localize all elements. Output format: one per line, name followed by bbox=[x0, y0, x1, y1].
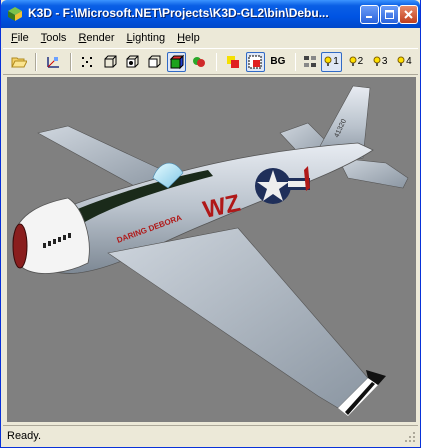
menu-lighting-label: ighting bbox=[132, 31, 166, 44]
light-2-button[interactable]: 2 bbox=[345, 52, 366, 72]
main-window: K3D - F:\Microsoft.NET\Projects\K3D-GL2\… bbox=[0, 0, 421, 448]
menu-lighting[interactable]: Lighting bbox=[121, 32, 172, 44]
title-bar[interactable]: K3D - F:\Microsoft.NET\Projects\K3D-GL2\… bbox=[1, 0, 420, 28]
minimize-icon bbox=[366, 16, 372, 18]
color-cube-icon bbox=[169, 54, 184, 69]
propeller-spinner bbox=[12, 223, 28, 269]
points-icon bbox=[82, 56, 93, 67]
lighting-settings-button[interactable] bbox=[302, 52, 317, 72]
menu-file[interactable]: File bbox=[5, 32, 35, 44]
smooth-shade-button[interactable] bbox=[166, 51, 187, 72]
hidden-line-button[interactable] bbox=[122, 52, 141, 72]
bulb-icon bbox=[397, 56, 405, 66]
toolbar-separator bbox=[294, 52, 297, 71]
light-2-label: 2 bbox=[357, 56, 364, 67]
toolbar: BG 1 2 3 4 bbox=[3, 48, 418, 75]
maximize-icon bbox=[385, 10, 394, 19]
toolbar-separator bbox=[69, 52, 72, 71]
status-bar: Ready. bbox=[3, 425, 418, 445]
menu-file-label: ile bbox=[17, 31, 29, 44]
right-wing bbox=[107, 227, 369, 409]
bulb-icon bbox=[373, 56, 381, 66]
flat-shade-button[interactable] bbox=[145, 52, 164, 72]
render-viewport[interactable]: WZ DARING DEBORA 41320 bbox=[7, 77, 416, 422]
wireframe-icon bbox=[104, 55, 117, 67]
menu-file-mnemonic: F bbox=[11, 31, 18, 44]
textured-sphere-icon bbox=[192, 56, 205, 67]
flat-shade-icon bbox=[148, 55, 161, 67]
hidden-line-icon bbox=[126, 55, 139, 67]
open-button[interactable] bbox=[9, 52, 28, 72]
bulb-icon bbox=[324, 56, 332, 66]
close-icon bbox=[404, 10, 413, 19]
light-color-icon bbox=[227, 55, 240, 68]
light-color-button[interactable] bbox=[223, 52, 242, 72]
menu-render[interactable]: Render bbox=[72, 32, 120, 44]
resize-grip-icon[interactable] bbox=[404, 431, 416, 443]
light-3-label: 3 bbox=[381, 56, 388, 67]
light-4-button[interactable]: 4 bbox=[394, 52, 415, 72]
maximize-button[interactable] bbox=[380, 5, 399, 24]
background-button[interactable]: BG bbox=[268, 52, 287, 72]
menu-bar: File Tools Render Lighting Help bbox=[1, 28, 420, 47]
light-4-label: 4 bbox=[406, 56, 412, 67]
toolbar-separator bbox=[215, 52, 218, 71]
menu-tools-label: ools bbox=[46, 31, 67, 44]
axes-icon bbox=[47, 56, 59, 68]
light-1-label: 1 bbox=[333, 56, 339, 67]
textured-button[interactable] bbox=[189, 52, 208, 72]
menu-help-mnemonic: H bbox=[177, 31, 186, 44]
window-title: K3D - F:\Microsoft.NET\Projects\K3D-GL2\… bbox=[28, 6, 329, 20]
wireframe-mode-button[interactable] bbox=[100, 52, 119, 72]
toolbar-separator bbox=[35, 52, 38, 71]
bulb-icon bbox=[349, 56, 357, 66]
light-3-button[interactable]: 3 bbox=[369, 52, 390, 72]
points-mode-button[interactable] bbox=[78, 52, 97, 72]
airplane-model: WZ DARING DEBORA 41320 bbox=[12, 85, 409, 416]
light-1-button[interactable]: 1 bbox=[320, 51, 343, 72]
lighting-settings-icon bbox=[304, 55, 317, 67]
app-icon[interactable] bbox=[7, 6, 23, 22]
bg-label: BG bbox=[270, 56, 286, 67]
menu-help-label: elp bbox=[185, 31, 200, 44]
close-button[interactable] bbox=[399, 5, 418, 24]
menu-help[interactable]: Help bbox=[171, 32, 206, 44]
menu-render-label: ender bbox=[86, 31, 115, 44]
axes-button[interactable] bbox=[43, 52, 62, 72]
selection-color-icon bbox=[248, 55, 262, 68]
minimize-button[interactable] bbox=[360, 5, 379, 24]
menu-tools[interactable]: Tools bbox=[35, 32, 73, 44]
status-text: Ready. bbox=[7, 429, 42, 442]
folder-open-icon bbox=[10, 57, 27, 67]
selection-color-button[interactable] bbox=[245, 51, 266, 72]
